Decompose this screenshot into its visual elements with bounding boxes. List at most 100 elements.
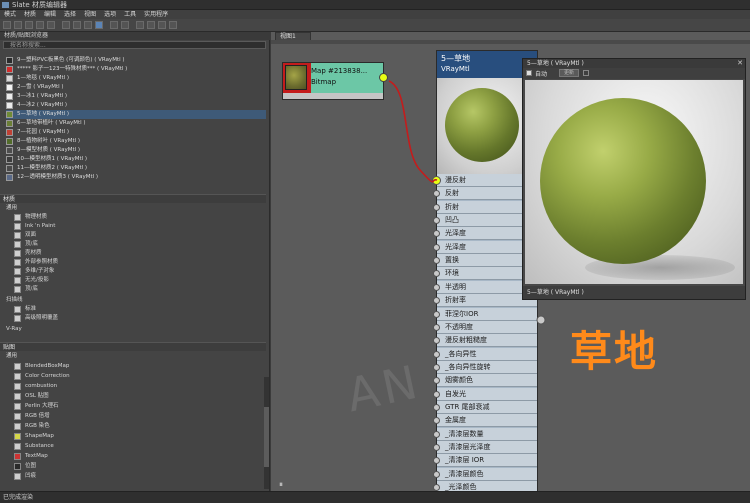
list-item[interactable]: 6—草地带植叶 ( VRayMtl ): [6, 119, 266, 128]
close-icon[interactable]: ✕: [737, 59, 743, 68]
input-socket[interactable]: [433, 283, 440, 291]
menu-options[interactable]: 选项: [100, 10, 120, 19]
input-socket[interactable]: [433, 363, 440, 371]
list-item[interactable]: 凹痕: [14, 472, 254, 481]
input-socket[interactable]: [433, 430, 440, 438]
material-slot[interactable]: 烟雾颜色: [433, 374, 537, 388]
show-end-result-icon[interactable]: [95, 21, 103, 29]
input-socket[interactable]: [432, 176, 441, 185]
material-slot[interactable]: _清漆层光泽度: [433, 441, 537, 454]
list-item-selected[interactable]: 5—草地 ( VRayMtl ): [6, 110, 266, 119]
select-tool-icon[interactable]: [3, 21, 11, 29]
list-item[interactable]: 8—植物树叶 ( VRayMtl ): [6, 137, 266, 146]
material-slot[interactable]: 漫反射粗糙度: [433, 334, 537, 348]
list-item[interactable]: 物理材质: [14, 213, 254, 222]
input-socket[interactable]: [433, 403, 440, 411]
material-preview-window[interactable]: 5—草地 ( VRayMtl ) ✕ 自动 更新 5—草地 ( VRayMtl …: [522, 58, 746, 300]
input-socket[interactable]: [433, 484, 440, 492]
material-slot[interactable]: GTR 尾部衰减: [433, 400, 537, 414]
input-socket[interactable]: [433, 390, 440, 398]
material-slot[interactable]: _清漆层颜色: [433, 467, 537, 481]
maps-general-group-header[interactable]: 通用: [6, 352, 17, 361]
list-item[interactable]: 顶/底: [14, 240, 254, 249]
list-item[interactable]: RGB 染色: [14, 422, 254, 431]
material-slot[interactable]: _各向异性旋转: [433, 360, 537, 374]
list-item[interactable]: 9—塑料PVC板黑色 (可调颜色) ( VRayMtl ): [6, 56, 266, 65]
menu-tools[interactable]: 工具: [120, 10, 140, 19]
input-socket[interactable]: [433, 310, 440, 318]
select-by-material-icon[interactable]: [158, 21, 166, 29]
menu-mode[interactable]: 模式: [0, 10, 20, 19]
show-map-icon[interactable]: [73, 21, 81, 29]
list-item[interactable]: ShapeMap: [14, 432, 254, 441]
input-socket[interactable]: [433, 190, 440, 198]
list-item[interactable]: 标准: [14, 305, 254, 314]
put-to-scene-icon[interactable]: [25, 21, 33, 29]
list-item[interactable]: 顶/底: [14, 285, 254, 294]
menu-utilities[interactable]: 实用程序: [140, 10, 172, 19]
list-item[interactable]: OSL 贴图: [14, 392, 254, 401]
list-item[interactable]: Perlin 大理石: [14, 402, 254, 411]
update-button[interactable]: 更新: [559, 69, 579, 77]
menu-select[interactable]: 选择: [60, 10, 80, 19]
general-group-header[interactable]: 通用: [6, 204, 17, 213]
material-map-navigator-icon[interactable]: [136, 21, 144, 29]
menu-material[interactable]: 材质: [20, 10, 40, 19]
show-background-icon[interactable]: [84, 21, 92, 29]
list-item[interactable]: 壳材质: [14, 249, 254, 258]
list-item[interactable]: Ink 'n Paint: [14, 222, 254, 231]
list-item[interactable]: 3—冰1 ( VRayMtl ): [6, 92, 266, 101]
list-item[interactable]: ***** 影子一123一特殊材质*** ( VRayMtl ): [6, 65, 266, 74]
assign-material-icon[interactable]: [36, 21, 44, 29]
list-item[interactable]: 多维/子对象: [14, 267, 254, 276]
list-item[interactable]: 高级照明覆盖: [14, 314, 254, 323]
list-item[interactable]: Substance: [14, 442, 254, 451]
input-socket[interactable]: [433, 323, 440, 331]
list-item[interactable]: 位图: [14, 462, 254, 471]
input-socket[interactable]: [433, 243, 440, 251]
material-slot[interactable]: 菲涅尔IOR: [433, 307, 537, 321]
pin-icon[interactable]: ⏸: [279, 480, 283, 490]
list-item[interactable]: 无光/投影: [14, 276, 254, 285]
material-slot[interactable]: 不透明度: [433, 320, 537, 334]
list-item[interactable]: 4—冰2 ( VRayMtl ): [6, 101, 266, 110]
list-item[interactable]: 12—透明模型材质3 ( VRayMtl ): [6, 173, 266, 182]
input-socket[interactable]: [433, 203, 440, 211]
search-input[interactable]: 按名称搜索...: [3, 41, 266, 49]
input-socket[interactable]: [433, 350, 440, 358]
input-socket[interactable]: [433, 417, 440, 425]
list-item[interactable]: BlendedBoxMap: [14, 362, 254, 371]
tab-view1[interactable]: 视图1: [275, 32, 311, 40]
list-item[interactable]: 11—模型材质2 ( VRayMtl ): [6, 164, 266, 173]
move-children-icon[interactable]: [62, 21, 70, 29]
input-socket[interactable]: [433, 217, 440, 225]
list-item[interactable]: RGB 倍增: [14, 412, 254, 421]
material-slot[interactable]: _各向异性: [433, 347, 537, 361]
render-setup-icon[interactable]: [169, 21, 177, 29]
list-item[interactable]: 2—雪 ( VRayMtl ): [6, 83, 266, 92]
parameter-editor-icon[interactable]: [147, 21, 155, 29]
material-slot[interactable]: 金属度: [433, 414, 537, 428]
menu-view[interactable]: 视图: [80, 10, 100, 19]
input-socket[interactable]: [433, 470, 440, 478]
scanline-group-header[interactable]: 扫描线: [6, 296, 23, 305]
scrollbar-thumb[interactable]: [264, 407, 269, 467]
materials-section-header[interactable]: 材质: [0, 194, 266, 203]
bitmap-node[interactable]: Map #213838... Bitmap: [282, 62, 388, 100]
input-socket[interactable]: [433, 230, 440, 238]
input-socket[interactable]: [433, 444, 440, 451]
layout-all-icon[interactable]: [110, 21, 118, 29]
auto-checkbox[interactable]: [526, 70, 532, 76]
list-item[interactable]: 7—花园 ( VRayMtl ): [6, 128, 266, 137]
input-socket[interactable]: [433, 377, 440, 385]
output-socket[interactable]: [379, 73, 388, 82]
material-slot[interactable]: 自发光: [433, 387, 537, 401]
list-item[interactable]: TextMap: [14, 452, 254, 461]
input-socket[interactable]: [433, 257, 440, 265]
input-socket[interactable]: [433, 297, 440, 305]
layout-children-icon[interactable]: [121, 21, 129, 29]
preview-options-icon[interactable]: [583, 70, 589, 76]
material-slot[interactable]: _清漆层数量: [433, 427, 537, 441]
input-socket[interactable]: [433, 337, 440, 345]
vray-group-header[interactable]: V-Ray: [6, 325, 22, 334]
